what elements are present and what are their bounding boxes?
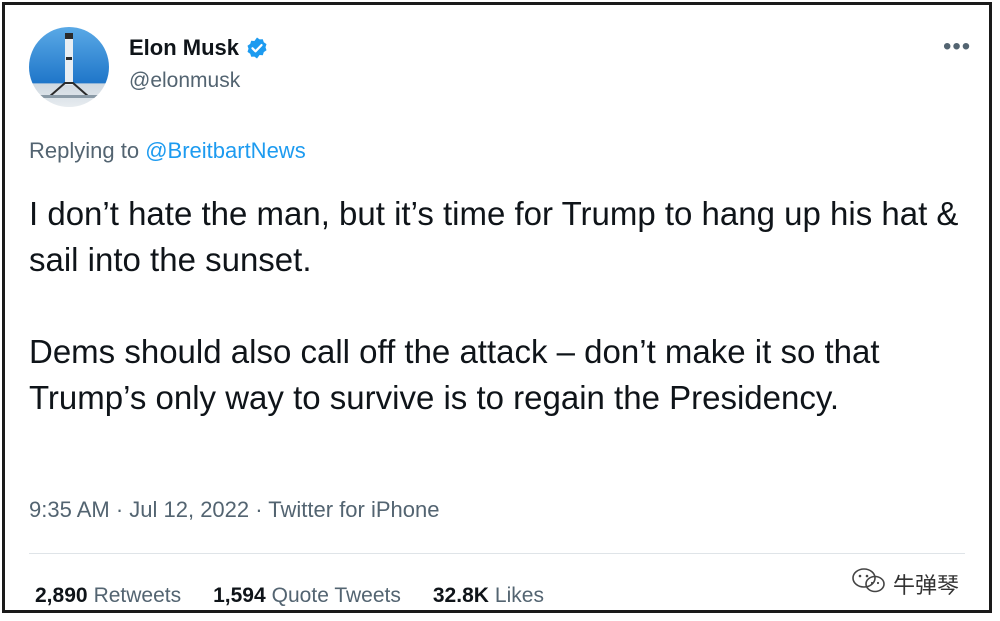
retweets-stat[interactable]: 2,890 Retweets: [35, 584, 181, 608]
watermark-text: 牛弹琴: [893, 573, 960, 598]
avatar[interactable]: [29, 27, 109, 107]
replying-to: Replying to @BreitbartNews: [29, 138, 306, 164]
quote-tweets-stat[interactable]: 1,594 Quote Tweets: [213, 584, 401, 608]
watermark: 牛弹琴: [851, 567, 959, 601]
tweet-text: I don’t hate the man, but it’s time for …: [29, 191, 979, 421]
more-options-icon[interactable]: •••: [943, 35, 971, 59]
engagement-stats: 2,890 Retweets 1,594 Quote Tweets 32.8K Lik…: [35, 584, 544, 608]
display-name[interactable]: Elon Musk: [129, 35, 239, 61]
tweet-card: Elon Musk @elonmusk ••• Replying to @Bre…: [2, 2, 992, 613]
user-handle[interactable]: @elonmusk: [129, 69, 240, 93]
tweet-paragraph: I don’t hate the man, but it’s time for …: [29, 195, 959, 278]
divider: [29, 553, 965, 554]
wechat-logo-icon: [851, 567, 887, 601]
rocket-icon: [39, 33, 99, 98]
reply-mention-link[interactable]: @BreitbartNews: [145, 138, 306, 163]
likes-stat[interactable]: 32.8K Likes: [433, 584, 544, 608]
replying-to-label: Replying to: [29, 138, 140, 163]
verified-badge-icon: [245, 36, 269, 60]
tweet-paragraph: Dems should also call off the attack – d…: [29, 333, 880, 416]
tweet-timestamp[interactable]: 9:35 AM · Jul 12, 2022 · Twitter for iPh…: [29, 497, 439, 523]
